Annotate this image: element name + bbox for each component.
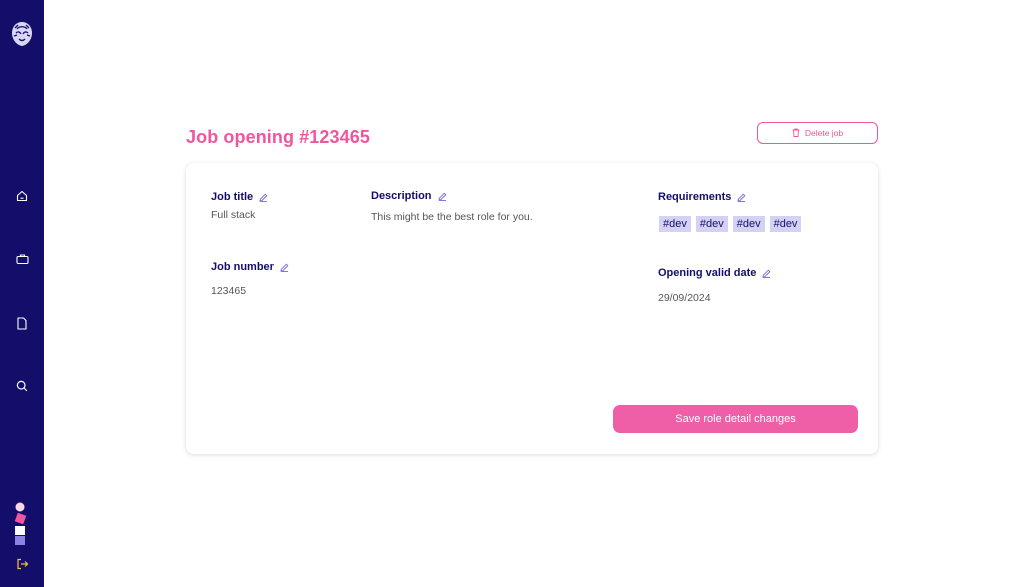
pencil-icon[interactable] — [259, 193, 268, 202]
pencil-icon[interactable] — [437, 192, 447, 201]
trash-icon — [792, 128, 800, 139]
job-number-label-text: Job number — [211, 261, 274, 273]
opening-valid-date-label-text: Opening valid date — [658, 267, 757, 279]
search-icon[interactable] — [12, 376, 32, 396]
job-number-label: Job number — [211, 261, 289, 273]
pencil-icon[interactable] — [280, 263, 289, 272]
lion-head-logo[interactable] — [10, 20, 34, 48]
description-label-text: Description — [371, 190, 432, 202]
save-changes-button[interactable]: Save role detail changes — [613, 405, 858, 433]
briefcase-icon[interactable] — [12, 249, 32, 269]
job-number-value: 123465 — [211, 285, 247, 297]
description-label: Description — [371, 190, 447, 202]
document-icon[interactable] — [12, 313, 32, 333]
pencil-icon[interactable] — [737, 193, 746, 202]
requirements-tags: #dev #dev #dev #dev — [659, 216, 802, 232]
job-title-label-text: Job title — [211, 191, 254, 203]
requirement-tag: #dev — [695, 216, 728, 232]
home-icon[interactable] — [12, 186, 32, 206]
job-title-value: Full stack — [211, 209, 256, 221]
sidebar — [0, 0, 44, 587]
logout-icon[interactable] — [12, 554, 32, 574]
delete-job-label: Delete job — [804, 128, 844, 138]
delete-job-button[interactable]: Delete job — [757, 122, 878, 144]
requirements-label: Requirements — [658, 191, 746, 203]
opening-valid-date-value: 29/09/2024 — [658, 292, 711, 304]
opening-valid-date-label: Opening valid date — [658, 267, 771, 279]
job-detail-card: Job title Full stack Description This mi… — [186, 163, 878, 454]
page-title: Job opening #123465 — [186, 127, 370, 147]
requirement-tag: #dev — [769, 216, 802, 232]
requirement-tag: #dev — [659, 216, 691, 232]
description-value: This might be the best role for you. — [371, 211, 533, 223]
decorative-shapes-icon — [14, 502, 30, 546]
job-title-label: Job title — [211, 191, 268, 203]
pencil-icon[interactable] — [762, 269, 771, 278]
requirements-label-text: Requirements — [658, 191, 732, 203]
requirement-tag: #dev — [732, 216, 765, 232]
